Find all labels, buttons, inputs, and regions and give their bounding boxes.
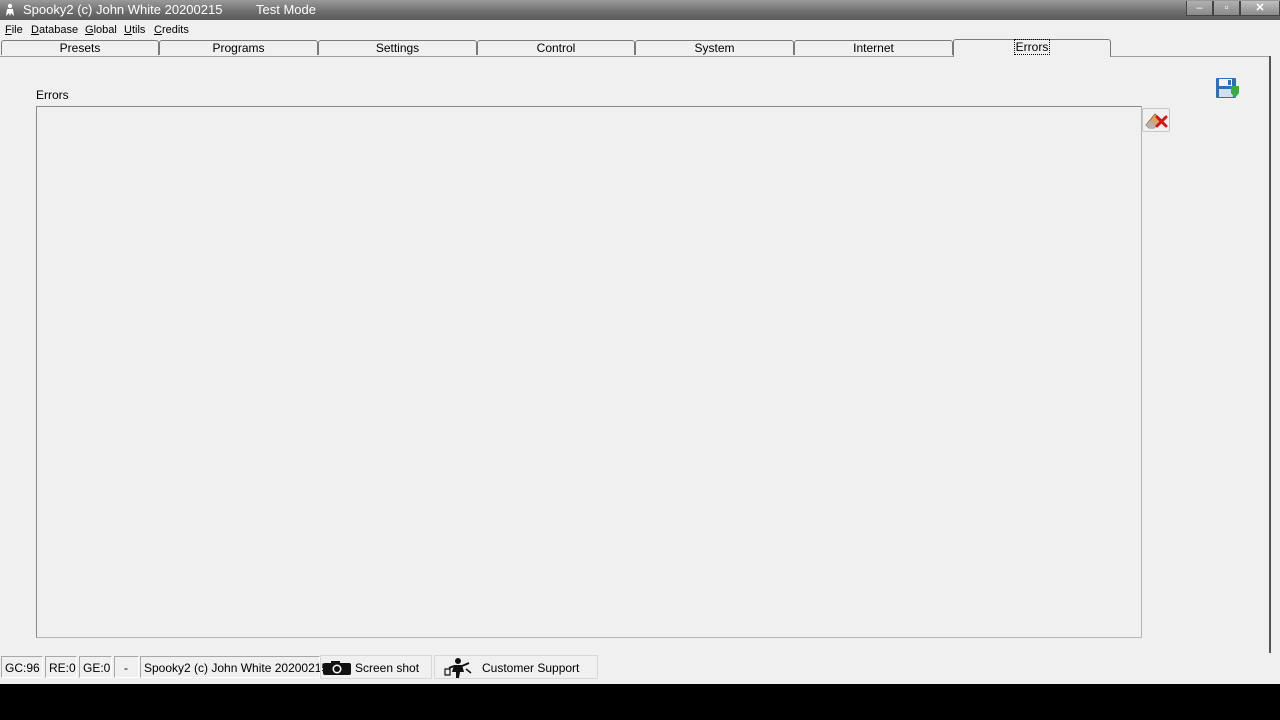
tab-programs[interactable]: Programs: [159, 40, 318, 55]
menu-utils[interactable]: Utils: [124, 21, 145, 39]
menu-file-label: ile: [11, 24, 23, 36]
customer-support-label: Customer Support: [482, 661, 580, 675]
tab-system-label: System: [694, 41, 735, 55]
menu-global-label: lobal: [93, 24, 117, 36]
eraser-clear-icon: [1145, 113, 1168, 129]
save-errors-button[interactable]: [1214, 76, 1240, 100]
app-window: Spooky2 (c) John White 20200215 Test Mod…: [0, 0, 1280, 684]
tab-errors-label: Errors: [1013, 39, 1051, 55]
status-dash: -: [114, 656, 139, 678]
tab-control-label: Control: [536, 41, 576, 55]
tab-system[interactable]: System: [635, 40, 794, 55]
errors-section-label: Errors: [36, 88, 69, 102]
menu-database-mnemonic: D: [31, 24, 39, 36]
tab-internet-label: Internet: [853, 41, 894, 55]
tab-strip: Presets Programs Settings Control System…: [0, 39, 1280, 57]
menu-utils-mnemonic: U: [124, 24, 132, 36]
close-button[interactable]: ✕: [1240, 1, 1280, 16]
menu-bar: File Database Global Utils Credits: [0, 21, 1280, 39]
tab-control[interactable]: Control: [477, 40, 635, 55]
tab-presets[interactable]: Presets: [1, 40, 159, 55]
menu-credits[interactable]: Credits: [154, 21, 189, 39]
menu-file-mnemonic: F: [5, 24, 12, 36]
maximize-button[interactable]: ▫: [1213, 1, 1240, 16]
menu-credits-label: redits: [161, 24, 189, 36]
ge-counter: GE:0: [79, 656, 112, 678]
camera-icon: [323, 661, 351, 675]
window-controls: – ▫ ✕: [1186, 0, 1280, 17]
status-bar: GC:96 RE:0 GE:0 - Spooky2 (c) John White…: [0, 655, 1280, 679]
support-person-icon: [444, 658, 472, 678]
clear-errors-button[interactable]: [1142, 108, 1170, 132]
screenshot-button[interactable]: Screen shot: [320, 655, 432, 679]
tab-internet[interactable]: Internet: [794, 40, 953, 55]
status-copyright: Spooky2 (c) John White 20200215: [140, 656, 328, 678]
menu-utils-label: tils: [131, 24, 146, 36]
re-counter: RE:0: [45, 656, 77, 678]
customer-support-button[interactable]: Customer Support: [434, 655, 598, 679]
floppy-save-icon: [1216, 78, 1239, 98]
tab-settings[interactable]: Settings: [318, 40, 477, 55]
menu-global-mnemonic: G: [85, 24, 94, 36]
menu-global[interactable]: Global: [85, 21, 117, 39]
menu-database[interactable]: Database: [31, 21, 78, 39]
gc-counter: GC:96: [1, 656, 43, 678]
title-bar[interactable]: Spooky2 (c) John White 20200215 Test Mod…: [0, 0, 1280, 20]
menu-credits-mnemonic: C: [154, 24, 162, 36]
tab-presets-label: Presets: [59, 41, 101, 55]
spooky-app-icon: [6, 3, 14, 16]
screenshot-button-label: Screen shot: [355, 661, 420, 675]
tab-settings-label: Settings: [375, 41, 420, 55]
minimize-button[interactable]: –: [1186, 1, 1213, 16]
menu-database-label: atabase: [38, 24, 79, 36]
errors-log-area[interactable]: [36, 106, 1142, 638]
tab-programs-label: Programs: [212, 41, 265, 55]
menu-file[interactable]: File: [5, 21, 23, 39]
mode-indicator: Test Mode: [256, 2, 316, 17]
tab-panel-right-border: [1269, 56, 1271, 653]
window-title: Spooky2 (c) John White 20200215: [23, 2, 223, 17]
tab-errors[interactable]: Errors: [953, 39, 1111, 57]
